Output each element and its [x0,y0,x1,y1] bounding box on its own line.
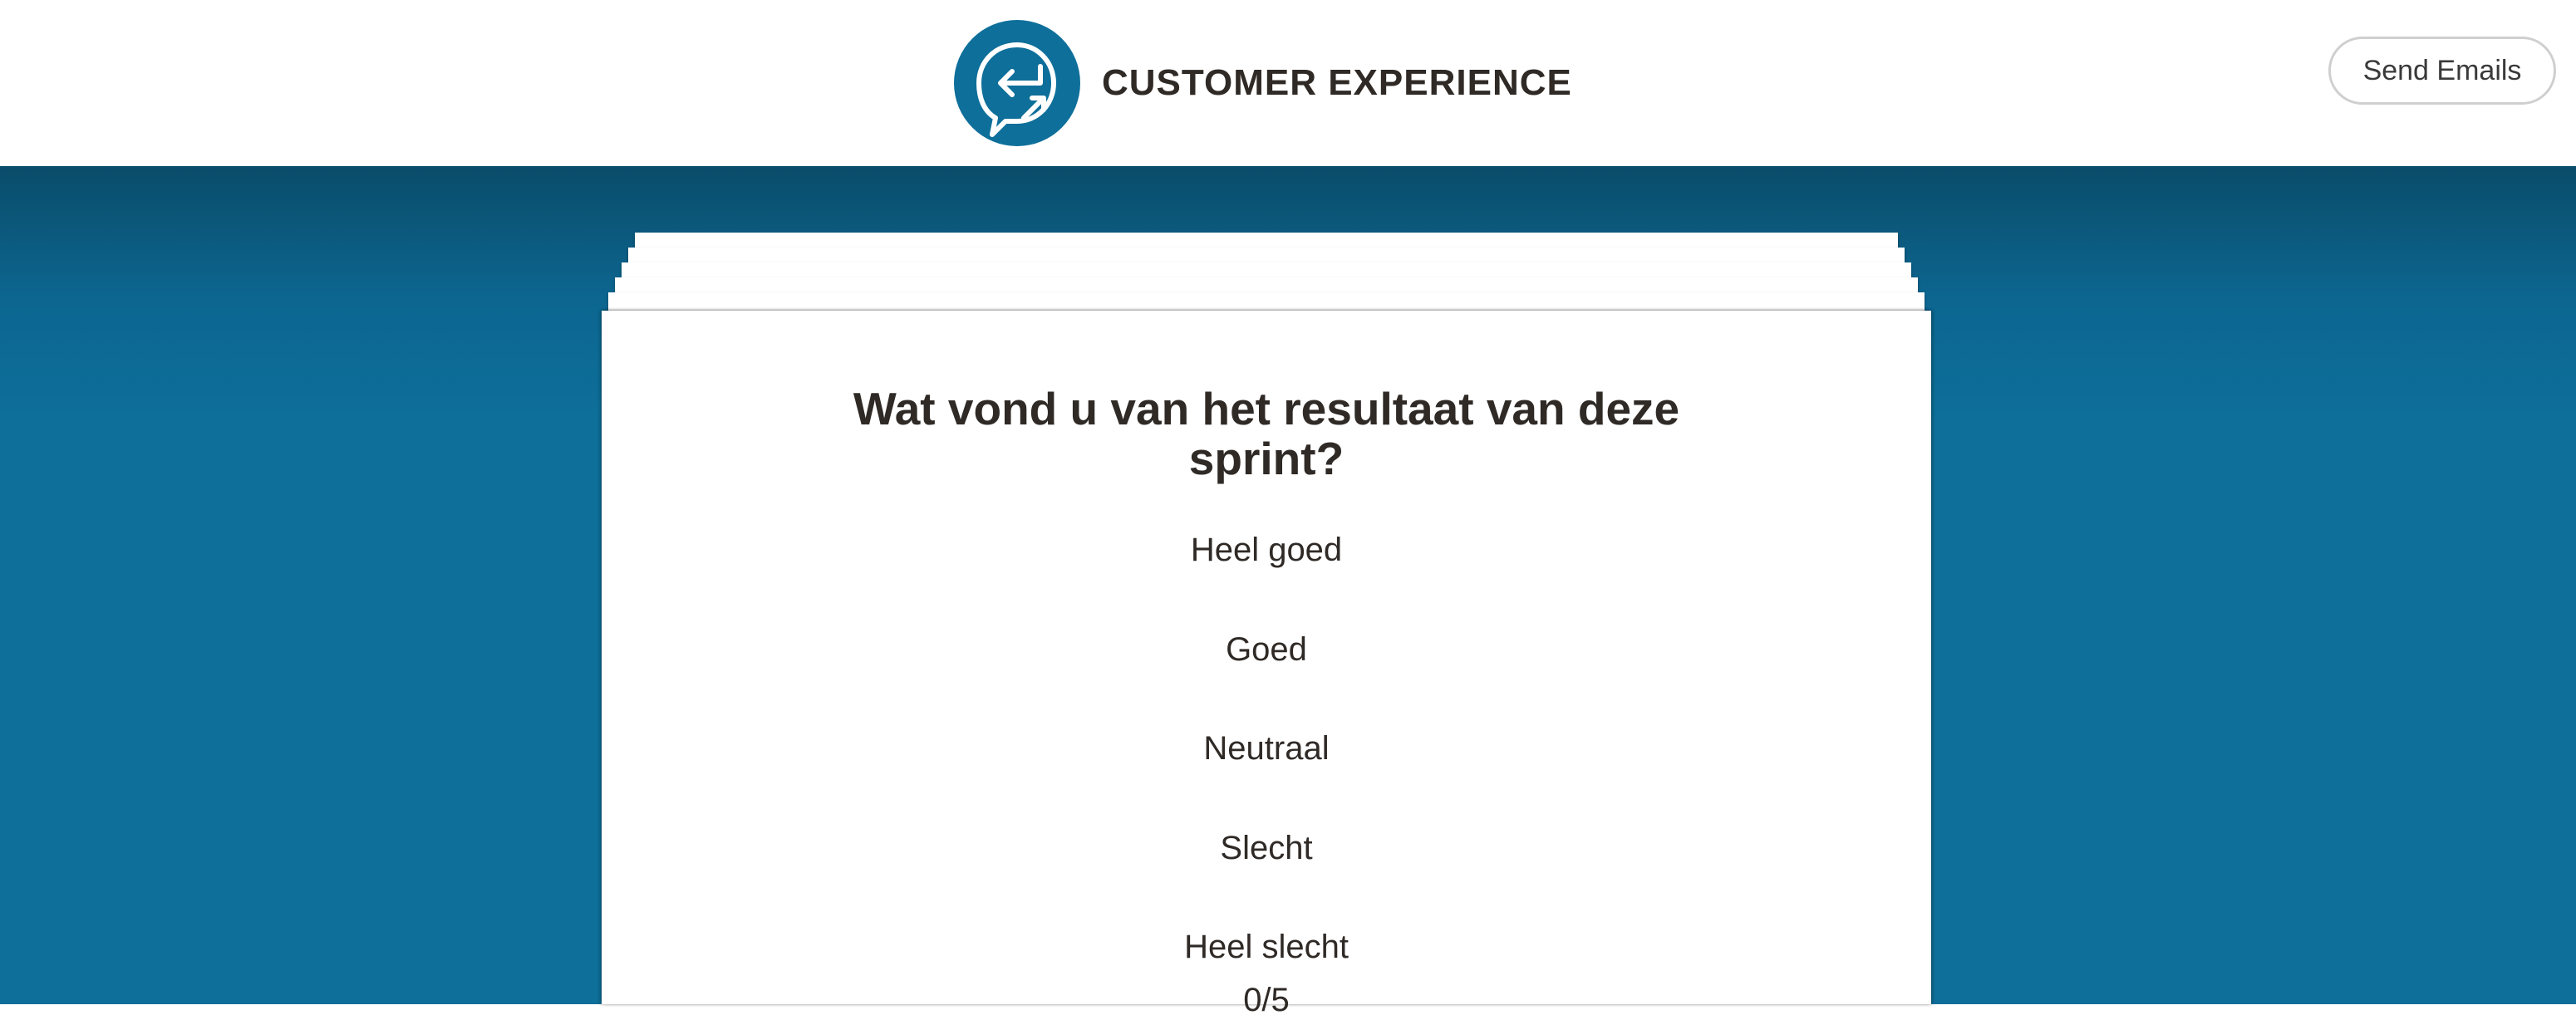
option-neutraal[interactable]: Neutraal [1017,719,1516,777]
brand: CUSTOMER EXPERIENCE [954,20,1572,146]
option-heel-goed[interactable]: Heel goed [1017,521,1516,579]
top-header: CUSTOMER EXPERIENCE Send Emails [0,0,2576,166]
option-heel-slecht[interactable]: Heel slecht [1017,918,1516,976]
option-goed[interactable]: Goed [1017,620,1516,679]
survey-card: Wat vond u van het resultaat van deze sp… [602,311,1931,1018]
app-title: CUSTOMER EXPERIENCE [1102,62,1572,103]
arrow-return-chat-icon [954,20,1080,146]
progress-counter: 0/5 [1243,982,1290,1018]
option-slecht[interactable]: Slecht [1017,819,1516,877]
survey-question: Wat vond u van het resultaat van deze sp… [853,383,1680,484]
send-emails-button[interactable]: Send Emails [2328,37,2556,105]
